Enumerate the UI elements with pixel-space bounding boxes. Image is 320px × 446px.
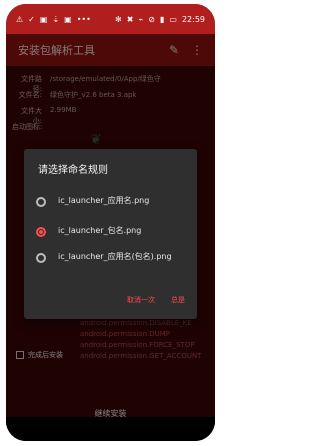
phone-frame: ⚠ ✓ ▣ ⇣ ▣ ••• ✻ ✖ ⌁ ⊘ ▮ ▭ 22:59 安装包解析工具 … — [6, 4, 215, 441]
bluetooth-icon: ✻ — [115, 14, 122, 24]
dialog-buttons: 取消一次 总是 — [127, 295, 185, 305]
option-label: ic_launcher_应用名.png — [58, 196, 150, 205]
cancel-once-button[interactable]: 取消一次 — [127, 295, 155, 305]
radio-button[interactable] — [36, 197, 46, 207]
radio-button[interactable] — [36, 253, 46, 263]
wifi-icon: ⌁ — [138, 14, 144, 24]
clock: 22:59 — [181, 14, 205, 24]
no-sim-icon: ⊘ — [148, 14, 155, 24]
dialog-title: 请选择命名规则 — [38, 165, 108, 176]
warning-icon: ⚠ — [16, 14, 24, 24]
image-icon: ▣ — [39, 14, 48, 24]
option-label: ic_launcher_包名.png — [58, 226, 142, 235]
download-icon: ⇣ — [52, 14, 60, 24]
status-right: ✻ ✖ ⌁ ⊘ ▮ ▭ 22:59 — [115, 15, 205, 24]
navigation-bar — [6, 417, 215, 441]
always-button[interactable]: 总是 — [171, 295, 185, 305]
option-app-and-package-name[interactable]: ic_launcher_应用名(包名).png — [36, 251, 186, 263]
option-package-name[interactable]: ic_launcher_包名.png — [36, 225, 186, 237]
naming-rule-dialog: 请选择命名规则 ic_launcher_应用名.png ic_launcher_… — [24, 149, 197, 319]
mute-icon: ✖ — [126, 14, 134, 24]
screen: ⚠ ✓ ▣ ⇣ ▣ ••• ✻ ✖ ⌁ ⊘ ▮ ▭ 22:59 安装包解析工具 … — [6, 4, 215, 441]
option-label: ic_launcher_应用名(包名).png — [58, 252, 172, 261]
option-app-name[interactable]: ic_launcher_应用名.png — [36, 195, 186, 207]
signal-icon: ▮ — [159, 14, 165, 24]
image-icon-2: ▣ — [64, 14, 72, 24]
status-bar: ⚠ ✓ ▣ ⇣ ▣ ••• ✻ ✖ ⌁ ⊘ ▮ ▭ 22:59 — [6, 4, 215, 34]
check-icon: ✓ — [28, 14, 35, 24]
radio-button-selected[interactable] — [36, 227, 46, 237]
battery-icon: ▭ — [169, 14, 177, 24]
dots-icon: ••• — [76, 14, 91, 24]
status-left: ⚠ ✓ ▣ ⇣ ▣ ••• — [16, 15, 91, 24]
